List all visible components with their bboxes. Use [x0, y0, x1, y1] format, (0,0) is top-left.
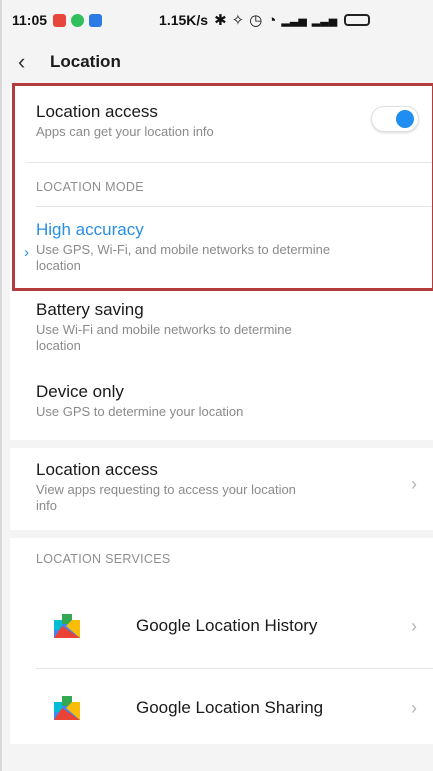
google-play-services-icon [54, 696, 80, 720]
location-access-title: Location access [36, 102, 158, 121]
service-item-location-history[interactable]: Google Location History › [10, 586, 433, 666]
location-services-card: LOCATION SERVICES Google Location Histor… [10, 538, 433, 744]
divider [36, 206, 433, 207]
location-access-toggle-row[interactable]: Location access Apps can get your locati… [36, 102, 423, 140]
mode-subtitle-line: location [36, 338, 81, 353]
mode-option-device-only[interactable]: Device only Use GPS to determine your lo… [36, 382, 423, 420]
subtitle-line: View apps requesting to access your loca… [36, 482, 296, 497]
location-mode-label: LOCATION MODE [36, 180, 144, 194]
mode-subtitle-line: Use Wi-Fi and mobile networks to determi… [36, 322, 292, 337]
battery-icon [344, 14, 371, 26]
location-access-apps-row[interactable]: Location access View apps requesting to … [36, 460, 385, 514]
mode-title: Battery saving [36, 300, 144, 319]
location-access-apps-subtitle: View apps requesting to access your loca… [36, 482, 385, 514]
bluetooth-icon: ✱ [214, 12, 227, 29]
location-access-toggle[interactable] [371, 106, 419, 132]
back-chevron-icon[interactable]: ‹ [18, 51, 42, 73]
app-icon [89, 13, 103, 27]
wifi-icon: ◔ [267, 11, 277, 29]
service-title: Google Location History [136, 616, 318, 635]
mode-subtitle-line: Use GPS, Wi-Fi, and mobile networks to d… [36, 242, 331, 257]
vibrate-off-icon: ✧ [231, 12, 245, 29]
chevron-right-icon: › [411, 474, 417, 494]
service-title: Google Location Sharing [136, 698, 324, 717]
divider [26, 162, 433, 163]
mode-option-high-accuracy[interactable]: High accuracy Use GPS, Wi-Fi, and mobile… [36, 220, 423, 274]
signal-icon: ▂▃▅ [311, 14, 338, 27]
mode-subtitle: Use Wi-Fi and mobile networks to determi… [36, 322, 423, 354]
location-access-subtitle: Apps can get your location info [36, 124, 214, 139]
chevron-right-icon: › [411, 616, 417, 636]
mode-subtitle: Use GPS to determine your location [36, 404, 244, 419]
page-title: Location [50, 52, 121, 71]
location-settings-card: Location access Apps can get your locati… [10, 84, 433, 440]
mode-title: High accuracy [36, 220, 144, 239]
mode-title: Device only [36, 382, 124, 401]
service-item-location-sharing[interactable]: Google Location Sharing › [10, 668, 433, 744]
network-speed: 1.15K/s [159, 12, 209, 28]
status-time: 11:05 [12, 12, 48, 28]
signal-icon: ▂▃▅ [281, 14, 307, 27]
subtitle-line: info [36, 498, 57, 513]
location-access-apps-title: Location access [36, 460, 158, 479]
chat-icon [71, 13, 85, 27]
mode-subtitle: Use GPS, Wi-Fi, and mobile networks to d… [36, 242, 423, 274]
location-access-apps-card: Location access View apps requesting to … [10, 448, 433, 530]
selected-chevron-icon: › [24, 244, 29, 261]
notification-icon [53, 13, 67, 27]
mode-option-battery-saving[interactable]: Battery saving Use Wi-Fi and mobile netw… [36, 300, 423, 354]
location-services-label: LOCATION SERVICES [36, 552, 171, 566]
toggle-knob [396, 110, 414, 128]
chevron-right-icon: › [411, 698, 417, 718]
app-header: ‹ Location [2, 40, 433, 84]
mode-subtitle-line: location [36, 258, 81, 273]
alarm-icon: ◷ [249, 12, 263, 29]
google-play-services-icon [54, 614, 80, 638]
screen: 11:05 1.15K/s ✱ ✧ ◷ ◔ ▂▃▅ ▂▃▅ ‹ Location… [0, 0, 433, 771]
status-bar: 11:05 1.15K/s ✱ ✧ ◷ ◔ ▂▃▅ ▂▃▅ [2, 0, 433, 40]
